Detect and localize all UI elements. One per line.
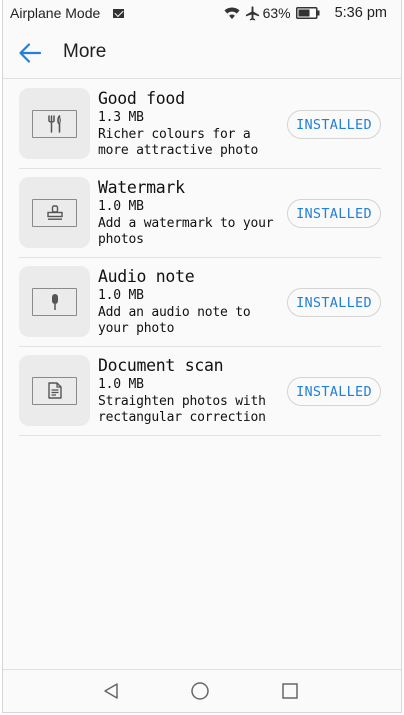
list-item-document-scan: Document scan 1.0 MB Straighten photos w… bbox=[3, 347, 401, 436]
installed-button[interactable]: INSTALLED bbox=[287, 288, 381, 317]
navigation-bar bbox=[3, 669, 401, 712]
nav-home-button[interactable] bbox=[189, 680, 211, 702]
back-button[interactable] bbox=[13, 38, 47, 68]
item-name: Audio note bbox=[98, 267, 195, 286]
arrow-back-icon bbox=[19, 43, 42, 63]
thumbnail-frame bbox=[32, 109, 77, 138]
installed-button[interactable]: INSTALLED bbox=[287, 377, 381, 406]
list-item-watermark: Watermark 1.0 MB Add a watermark to your… bbox=[3, 169, 401, 258]
item-info: Good food 1.3 MB Richer colours for a mo… bbox=[98, 89, 288, 159]
status-left: Airplane Mode bbox=[10, 5, 125, 21]
clock: 5:36 pm bbox=[334, 5, 387, 21]
item-description: Richer colours for a more attractive pho… bbox=[98, 127, 259, 158]
mode-thumbnail bbox=[19, 355, 90, 426]
item-info: Audio note 1.0 MB Add an audio note to y… bbox=[98, 267, 288, 337]
mode-list: Good food 1.3 MB Richer colours for a mo… bbox=[3, 80, 401, 436]
fork-knife-icon bbox=[47, 114, 61, 133]
item-size: 1.3 MB bbox=[98, 110, 144, 125]
item-size: 1.0 MB bbox=[98, 288, 144, 303]
airplane-icon bbox=[245, 5, 259, 21]
mode-thumbnail bbox=[19, 177, 90, 248]
item-description: Straighten photos with rectangular corre… bbox=[98, 394, 266, 425]
item-description: Add an audio note to your photo bbox=[98, 305, 251, 336]
item-description: Add a watermark to your photos bbox=[98, 216, 274, 247]
mode-thumbnail bbox=[19, 266, 90, 337]
recents-square-icon bbox=[282, 683, 298, 699]
item-name: Watermark bbox=[98, 178, 185, 197]
battery-icon bbox=[295, 7, 320, 19]
status-right: 63% 5:36 pm bbox=[224, 5, 387, 21]
airplane-mode-label: Airplane Mode bbox=[10, 5, 101, 21]
item-info: Watermark 1.0 MB Add a watermark to your… bbox=[98, 178, 288, 248]
item-size: 1.0 MB bbox=[98, 199, 144, 214]
back-triangle-icon bbox=[104, 683, 118, 699]
status-bar: Airplane Mode 63% 5:36 pm bbox=[3, 0, 401, 28]
list-item-audio-note: Audio note 1.0 MB Add an audio note to y… bbox=[3, 258, 401, 347]
microphone-icon bbox=[51, 293, 58, 310]
divider bbox=[19, 435, 381, 436]
nav-back-button[interactable] bbox=[100, 680, 122, 702]
installed-button[interactable]: INSTALLED bbox=[287, 199, 381, 228]
header: More bbox=[3, 28, 401, 79]
page-title: More bbox=[63, 41, 107, 62]
item-name: Document scan bbox=[98, 356, 224, 375]
thumbnail-frame bbox=[32, 287, 77, 316]
nav-recents-button[interactable] bbox=[279, 680, 301, 702]
item-size: 1.0 MB bbox=[98, 377, 144, 392]
list-item-good-food: Good food 1.3 MB Richer colours for a mo… bbox=[3, 80, 401, 169]
home-circle-icon bbox=[191, 682, 209, 700]
mail-icon bbox=[113, 8, 125, 18]
battery-percent: 63% bbox=[262, 5, 291, 21]
installed-button[interactable]: INSTALLED bbox=[287, 110, 381, 139]
thumbnail-frame bbox=[32, 198, 77, 227]
app-frame: Airplane Mode 63% 5:36 pm More Good food… bbox=[2, 0, 402, 713]
thumbnail-frame bbox=[32, 376, 77, 405]
item-info: Document scan 1.0 MB Straighten photos w… bbox=[98, 356, 288, 426]
document-icon bbox=[47, 382, 62, 399]
wifi-icon bbox=[224, 7, 240, 19]
stamp-icon bbox=[46, 204, 63, 220]
item-name: Good food bbox=[98, 89, 185, 108]
mode-thumbnail bbox=[19, 88, 90, 159]
